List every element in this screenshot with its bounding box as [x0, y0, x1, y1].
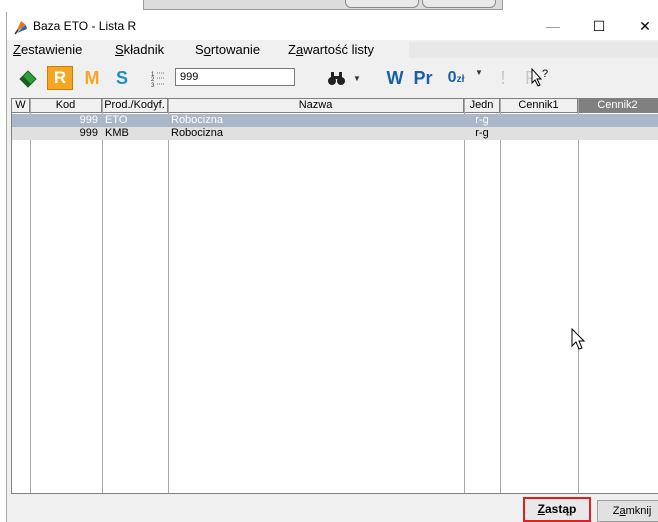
column-divider [578, 99, 579, 493]
data-grid[interactable]: W Kod Prod./Kodyf. Nazwa Jedn Cennik1 Ce… [11, 98, 658, 494]
col-header-w[interactable]: W [12, 99, 30, 113]
col-header-kod[interactable]: Kod [30, 99, 102, 113]
m-button[interactable]: M [82, 66, 102, 90]
help-cursor-icon[interactable]: ? [530, 67, 552, 89]
minimize-button[interactable]: — [531, 14, 575, 38]
column-divider [102, 99, 103, 493]
window-title: Baza ETO - Lista R [33, 19, 137, 33]
menu-bar: Zestawienie Składnik Sortowanie Zawartoś… [7, 40, 658, 60]
col-header-cennik2[interactable]: Cennik2 [578, 99, 658, 113]
col-header-cennik1[interactable]: Cennik1 [500, 99, 578, 113]
binoculars-dropdown-icon[interactable]: ▼ [353, 74, 361, 83]
zero-label: 0 [447, 69, 457, 86]
column-divider [30, 99, 31, 493]
background-button-2 [422, 0, 496, 8]
cell-prod: ETO [105, 114, 128, 126]
app-icon [14, 21, 27, 35]
menu-skladnik[interactable]: Składnik [115, 42, 164, 57]
menu-zawartosc-listy[interactable]: Zawartość listy [288, 42, 374, 57]
w-button[interactable]: W [384, 66, 406, 90]
title-bar[interactable]: Baza ETO - Lista R — ☐ ✕ [7, 12, 658, 40]
s-button[interactable]: S [112, 66, 132, 90]
r-button[interactable]: R [47, 66, 73, 90]
eraser-icon[interactable] [19, 70, 37, 88]
binoculars-icon[interactable] [327, 70, 347, 86]
zastap-button[interactable]: Zastąp [523, 497, 591, 522]
col-header-jedn[interactable]: Jedn [464, 99, 500, 113]
zl-dropdown-icon[interactable]: ▼ [475, 68, 483, 77]
column-divider [168, 99, 169, 493]
zero-zl-button[interactable]: 0zł [440, 66, 472, 90]
number-list-icon[interactable]: 1 2 3 [149, 70, 167, 88]
menu-sortowanie[interactable]: Sortowanie [195, 42, 260, 57]
zastap-label: astąp [544, 502, 577, 516]
menu-zestawienie[interactable]: Zestawienie [13, 42, 82, 57]
column-divider [500, 99, 501, 493]
cell-kod: 999 [79, 114, 98, 126]
pr-button[interactable]: Pr [409, 66, 437, 90]
close-button[interactable]: ✕ [623, 14, 658, 38]
column-divider [464, 99, 465, 493]
col-header-prod[interactable]: Prod./Kodyf. [102, 99, 168, 113]
zamknij-label: mknij [625, 505, 652, 517]
svg-text:?: ? [542, 68, 548, 80]
zl-label: zł [456, 74, 465, 85]
cell-prod: KMB [105, 127, 129, 139]
table-row[interactable]: 999 KMB Robocizna r-g [12, 127, 658, 140]
bottom-bar: Zastąp Zamknij [11, 496, 658, 522]
cell-jedn: r-g [475, 114, 489, 126]
zamknij-button[interactable]: Zamknij [597, 500, 658, 522]
table-row[interactable]: 999 ETO Robocizna r-g [12, 114, 658, 127]
cell-kod: 999 [79, 127, 98, 139]
zastap-mnemonic: Z [537, 502, 545, 516]
search-input[interactable]: 999 [175, 68, 295, 86]
main-window: Baza ETO - Lista R — ☐ ✕ Zestawienie Skł… [6, 12, 658, 522]
maximize-button[interactable]: ☐ [577, 14, 621, 38]
mouse-pointer-icon [571, 328, 586, 350]
cell-jedn: r-g [475, 127, 489, 139]
toolbar: R M S 1 2 3 999 ▼ W Pr 0zł ▼ ! P [7, 60, 658, 96]
background-button-1 [345, 0, 419, 8]
svg-text:3: 3 [151, 83, 155, 88]
background-window-strip [0, 0, 658, 12]
exclamation-button[interactable]: ! [497, 66, 509, 90]
menu-bar-fill [409, 42, 658, 58]
cell-nazwa: Robocizna [171, 127, 223, 139]
col-header-nazwa[interactable]: Nazwa [168, 99, 464, 113]
cell-nazwa: Robocizna [171, 114, 223, 126]
